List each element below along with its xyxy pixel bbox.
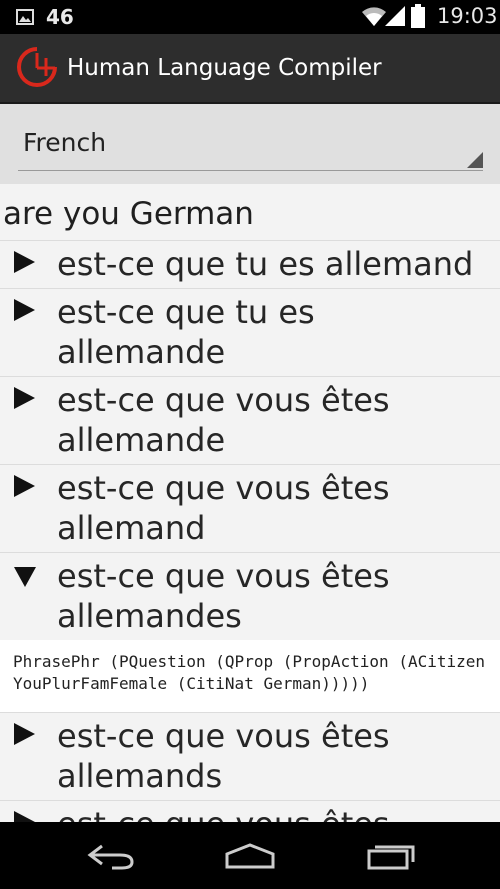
- nav-bar: [0, 822, 500, 889]
- source-phrase: are you German: [3, 196, 254, 232]
- translation-row[interactable]: est-ce que vous êtes allemands: [0, 712, 500, 800]
- app-title: Human Language Compiler: [67, 55, 382, 81]
- collapse-triangle-icon: [14, 567, 36, 587]
- translation-text: est-ce que tu es allemande: [57, 293, 315, 371]
- recents-icon[interactable]: [366, 842, 416, 870]
- syntax-tree: PhrasePhr (PQuestion (QProp (PropAction …: [0, 640, 500, 712]
- expand-triangle-icon: [14, 811, 35, 822]
- translation-text: est-ce que vous êtes allemand: [57, 469, 390, 547]
- notification-count: 46: [46, 5, 74, 29]
- clock: 19:03: [437, 4, 498, 28]
- content: are you German est-ce que tu es allemand…: [0, 184, 500, 822]
- translation-row[interactable]: est-ce que vous êtes: [0, 800, 500, 822]
- translation-row[interactable]: est-ce que tu es allemande: [0, 288, 500, 376]
- image-icon: [16, 9, 34, 25]
- action-bar: Human Language Compiler: [0, 34, 500, 104]
- spinner-area: French: [0, 104, 500, 184]
- language-spinner-value: French: [23, 128, 107, 157]
- translation-list: est-ce que tu es allemand est-ce que tu …: [0, 240, 500, 822]
- translation-row-expanded[interactable]: est-ce que vous êtes allemandes PhrasePh…: [0, 552, 500, 712]
- translation-row[interactable]: est-ce que tu es allemand: [0, 240, 500, 288]
- back-icon[interactable]: [86, 842, 136, 870]
- expand-triangle-icon: [14, 299, 35, 321]
- expand-triangle-icon: [14, 251, 35, 273]
- battery-icon: [411, 4, 425, 28]
- translation-row[interactable]: est-ce que vous êtes allemande: [0, 376, 500, 464]
- translation-text: est-ce que vous êtes allemande: [57, 381, 390, 459]
- translation-text: est-ce que vous êtes allemandes: [57, 557, 390, 635]
- dropdown-arrow-icon: [467, 152, 483, 168]
- signal-icon: [385, 6, 405, 26]
- status-bar: 46 19:03: [0, 0, 500, 34]
- expand-triangle-icon: [14, 723, 35, 745]
- translation-text: est-ce que vous êtes: [0, 801, 500, 822]
- expand-triangle-icon: [14, 475, 35, 497]
- translation-text: est-ce que tu es allemand: [57, 245, 474, 283]
- translation-row[interactable]: est-ce que vous êtes allemand: [0, 464, 500, 552]
- home-icon[interactable]: [224, 842, 276, 870]
- language-spinner[interactable]: French: [18, 120, 483, 171]
- translation-text: est-ce que vous êtes allemands: [57, 717, 390, 795]
- expand-triangle-icon: [14, 387, 35, 409]
- clock-logo-icon[interactable]: [16, 46, 58, 88]
